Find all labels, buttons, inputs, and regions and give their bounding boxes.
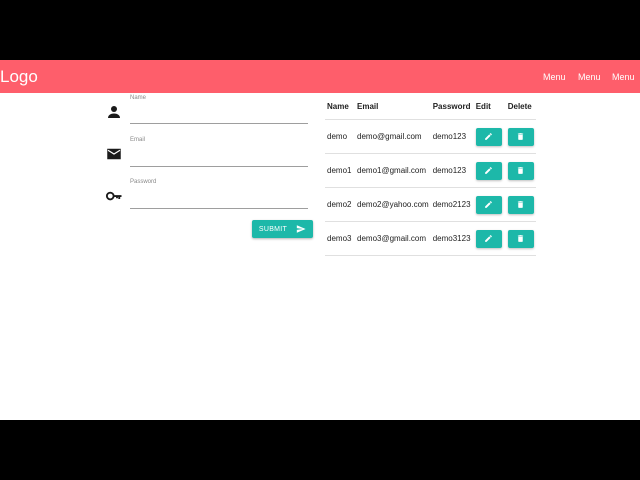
pencil-icon [485,201,493,208]
password-label: Password [130,179,157,185]
nav-menu-3[interactable]: Menu [612,71,635,83]
table-header-row: Name Email Password Edit Delete [325,94,536,120]
trash-icon [518,235,524,242]
name-input[interactable] [130,107,308,124]
pencil-icon [485,133,493,140]
person-icon [108,106,120,118]
trash-icon [518,133,524,140]
delete-button[interactable] [507,229,534,248]
cell-password: demo3123 [430,221,474,256]
name-label: Name [130,95,147,101]
edit-button[interactable] [475,229,502,248]
trash-icon [518,167,524,174]
delete-button[interactable] [507,161,534,180]
submit-button[interactable]: SUBMIT [252,220,313,238]
cell-name: demo3 [325,221,355,256]
logo[interactable]: Logo [0,67,38,87]
submit-label: SUBMIT [258,225,288,233]
cell-password: demo123 [430,119,474,154]
delete-button[interactable] [507,127,534,146]
cell-name: demo1 [325,153,355,188]
delete-button[interactable] [507,195,534,214]
cell-email: demo@gmail.com [355,119,431,154]
cell-email: demo3@gmail.com [355,221,431,256]
app-window: Logo Menu Menu Menu Name Email Password … [0,60,640,420]
header-name: Name [325,94,355,120]
nav-menu-2[interactable]: Menu [578,71,601,83]
edit-button[interactable] [475,127,502,146]
table-row: demo2 demo2@yahoo.com demo2123 [325,187,536,222]
table-row: demo3 demo3@gmail.com demo3123 [325,221,536,256]
cell-name: demo [325,119,355,154]
cell-email: demo1@gmail.com [355,153,431,188]
password-input[interactable] [130,192,308,209]
header-delete: Delete [505,94,536,120]
cell-name: demo2 [325,187,355,222]
table-row: demo1 demo1@gmail.com demo123 [325,153,536,188]
send-icon [296,225,306,233]
pencil-icon [485,167,493,174]
users-table: Name Email Password Edit Delete demo dem… [325,94,536,256]
edit-button[interactable] [475,161,502,180]
cell-email: demo2@yahoo.com [355,187,431,222]
header-email: Email [355,94,431,120]
header-edit: Edit [473,94,506,120]
email-input[interactable] [130,150,308,167]
key-icon [105,191,122,201]
email-label: Email [130,137,146,143]
top-navbar: Logo Menu Menu Menu [0,60,640,93]
nav-menu-1[interactable]: Menu [543,71,566,83]
pencil-icon [485,235,493,242]
header-password: Password [430,94,474,120]
edit-button[interactable] [475,195,502,214]
trash-icon [518,201,524,208]
mail-icon [107,148,121,160]
table-row: demo demo@gmail.com demo123 [325,119,536,154]
cell-password: demo2123 [430,187,474,222]
cell-password: demo123 [430,153,474,188]
